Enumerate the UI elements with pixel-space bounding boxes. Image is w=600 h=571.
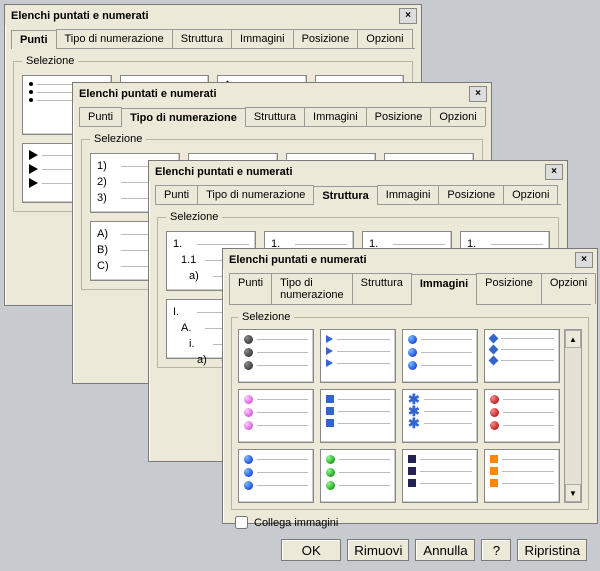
close-icon[interactable]: × bbox=[469, 86, 487, 102]
tab-tipo-numerazione[interactable]: Tipo di numerazione bbox=[56, 29, 173, 48]
tab-immagini[interactable]: Immagini bbox=[304, 107, 367, 126]
tab-immagini[interactable]: Immagini bbox=[411, 274, 477, 305]
square-icon bbox=[326, 395, 334, 403]
tab-immagini[interactable]: Immagini bbox=[231, 29, 294, 48]
tab-opzioni[interactable]: Opzioni bbox=[357, 29, 412, 48]
img-bullet-green-sphere[interactable] bbox=[320, 449, 396, 503]
dialog-bullets-immagini: Elenchi puntati e numerati × Punti Tipo … bbox=[222, 248, 598, 524]
tab-opzioni[interactable]: Opzioni bbox=[541, 273, 596, 304]
tab-posizione[interactable]: Posizione bbox=[438, 185, 504, 204]
tab-opzioni[interactable]: Opzioni bbox=[503, 185, 558, 204]
img-bullet-blue-star[interactable]: ✱ ✱ ✱ bbox=[402, 389, 478, 443]
tab-punti[interactable]: Punti bbox=[11, 30, 57, 49]
img-bullet-blue-sphere2[interactable] bbox=[238, 449, 314, 503]
img-bullet-blue-sphere[interactable] bbox=[402, 329, 478, 383]
titlebar: Elenchi puntati e numerati × bbox=[5, 5, 421, 25]
tab-posizione[interactable]: Posizione bbox=[293, 29, 359, 48]
ripristina-button[interactable]: Ripristina bbox=[517, 539, 587, 561]
button-bar: OK Rimuovi Annulla ? Ripristina bbox=[223, 533, 597, 571]
close-icon[interactable]: × bbox=[545, 164, 563, 180]
img-bullet-red-sphere[interactable] bbox=[484, 389, 560, 443]
tab-tipo-numerazione[interactable]: Tipo di numerazione bbox=[121, 108, 246, 127]
selezione-label: Selezione bbox=[22, 55, 78, 67]
img-bullet-orange-square[interactable] bbox=[484, 449, 560, 503]
img-bullet-blue-diamond[interactable] bbox=[484, 329, 560, 383]
tab-punti[interactable]: Punti bbox=[79, 107, 122, 126]
arrow-icon bbox=[326, 335, 333, 343]
scrollbar[interactable]: ▲ ▼ bbox=[564, 329, 582, 503]
titlebar: Elenchi puntati e numerati × bbox=[149, 161, 567, 181]
close-icon[interactable]: × bbox=[399, 8, 417, 24]
dialog-title: Elenchi puntati e numerati bbox=[11, 10, 149, 22]
star-icon: ✱ bbox=[408, 395, 420, 403]
tab-punti[interactable]: Punti bbox=[155, 185, 198, 204]
rimuovi-button[interactable]: Rimuovi bbox=[347, 539, 409, 561]
dialog-title: Elenchi puntati e numerati bbox=[155, 166, 293, 178]
img-bullet-pink-sphere[interactable] bbox=[238, 389, 314, 443]
dialog-title: Elenchi puntati e numerati bbox=[229, 254, 367, 266]
tab-posizione[interactable]: Posizione bbox=[476, 273, 542, 304]
sphere-icon bbox=[244, 335, 253, 344]
checkbox-input[interactable] bbox=[235, 516, 248, 529]
tab-struttura[interactable]: Struttura bbox=[313, 186, 377, 205]
tab-punti[interactable]: Punti bbox=[229, 273, 272, 304]
tab-struttura[interactable]: Struttura bbox=[172, 29, 232, 48]
img-bullet-blue-square[interactable] bbox=[320, 389, 396, 443]
help-button[interactable]: ? bbox=[481, 539, 511, 561]
diamond-icon bbox=[489, 334, 499, 344]
dialog-title: Elenchi puntati e numerati bbox=[79, 88, 217, 100]
annulla-button[interactable]: Annulla bbox=[415, 539, 475, 561]
img-bullet-blue-arrow[interactable] bbox=[320, 329, 396, 383]
tab-tipo-numerazione[interactable]: Tipo di numerazione bbox=[271, 273, 353, 304]
checkbox-collega-immagini[interactable]: Collega immagini bbox=[235, 516, 585, 529]
titlebar: Elenchi puntati e numerati × bbox=[73, 83, 491, 103]
titlebar: Elenchi puntati e numerati × bbox=[223, 249, 597, 269]
arrow-icon bbox=[29, 150, 38, 160]
img-bullet-navy-square[interactable] bbox=[402, 449, 478, 503]
tab-opzioni[interactable]: Opzioni bbox=[430, 107, 485, 126]
tab-struttura[interactable]: Struttura bbox=[245, 107, 305, 126]
close-icon[interactable]: × bbox=[575, 252, 593, 268]
scroll-up-icon[interactable]: ▲ bbox=[565, 330, 581, 348]
scroll-down-icon[interactable]: ▼ bbox=[565, 484, 581, 502]
img-bullet-dark-sphere[interactable] bbox=[238, 329, 314, 383]
group-selezione: Selezione bbox=[231, 311, 589, 510]
tab-tipo-numerazione[interactable]: Tipo di numerazione bbox=[197, 185, 314, 204]
tab-immagini[interactable]: Immagini bbox=[377, 185, 440, 204]
ok-button[interactable]: OK bbox=[281, 539, 341, 561]
tab-struttura[interactable]: Struttura bbox=[352, 273, 412, 304]
tab-posizione[interactable]: Posizione bbox=[366, 107, 432, 126]
